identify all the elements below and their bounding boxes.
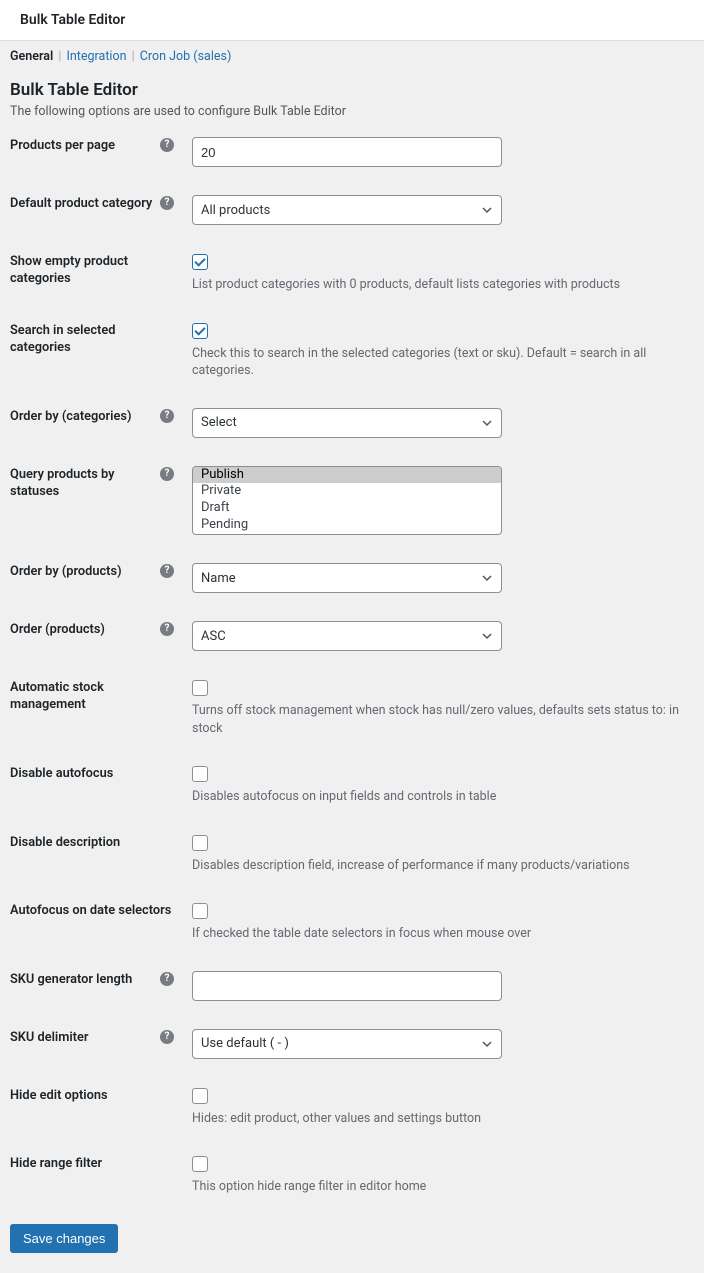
- sku-delimiter-select[interactable]: Use default ( - ): [192, 1029, 502, 1059]
- show-empty-help: List product categories with 0 products,…: [192, 276, 694, 294]
- help-icon[interactable]: ?: [160, 467, 174, 481]
- label-auto-stock: Automatic stock management: [10, 679, 174, 714]
- hide-range-checkbox[interactable]: [192, 1156, 208, 1172]
- row-hide-edit: Hide edit options Hides: edit product, o…: [10, 1087, 694, 1128]
- order-by-categories-select[interactable]: Select: [192, 408, 502, 438]
- status-option-publish[interactable]: Publish: [193, 467, 501, 484]
- auto-stock-checkbox[interactable]: [192, 680, 208, 696]
- row-hide-range: Hide range filter This option hide range…: [10, 1155, 694, 1196]
- query-statuses-multiselect[interactable]: Publish Private Draft Pending: [192, 466, 502, 536]
- row-order-by-products: Order by (products) ? Name: [10, 563, 694, 593]
- row-products-per-page: Products per page ?: [10, 137, 694, 167]
- help-icon[interactable]: ?: [160, 564, 174, 578]
- order-by-products-select[interactable]: Name: [192, 563, 502, 593]
- row-search-selected: Search in selected categories Check this…: [10, 322, 694, 380]
- show-empty-checkbox[interactable]: [192, 254, 208, 270]
- tab-general[interactable]: General: [10, 49, 53, 64]
- row-show-empty-categories: Show empty product categories List produ…: [10, 253, 694, 294]
- disable-description-checkbox[interactable]: [192, 835, 208, 851]
- hide-edit-help: Hides: edit product, other values and se…: [192, 1110, 694, 1128]
- row-disable-description: Disable description Disables description…: [10, 834, 694, 875]
- status-option-private[interactable]: Private: [193, 483, 501, 500]
- order-products-select[interactable]: ASC: [192, 621, 502, 651]
- row-default-category: Default product category ? All products: [10, 195, 694, 225]
- header-title: Bulk Table Editor: [20, 12, 125, 28]
- help-icon[interactable]: ?: [160, 1030, 174, 1044]
- status-option-pending[interactable]: Pending: [193, 517, 501, 534]
- order-by-categories-value: Select: [201, 415, 237, 430]
- section-title: Bulk Table Editor: [10, 80, 694, 100]
- label-query-statuses: Query products by statuses: [10, 466, 154, 501]
- sku-delimiter-value: Use default ( - ): [201, 1036, 289, 1051]
- sku-length-input[interactable]: [192, 971, 502, 1001]
- row-order-products: Order (products) ? ASC: [10, 621, 694, 651]
- help-icon[interactable]: ?: [160, 972, 174, 986]
- help-icon[interactable]: ?: [160, 409, 174, 423]
- label-order-by-categories: Order by (categories): [10, 408, 154, 425]
- row-disable-autofocus: Disable autofocus Disables autofocus on …: [10, 765, 694, 806]
- row-sku-length: SKU generator length ?: [10, 971, 694, 1001]
- products-per-page-input[interactable]: [192, 137, 502, 167]
- help-icon[interactable]: ?: [160, 138, 174, 152]
- label-hide-range: Hide range filter: [10, 1155, 174, 1172]
- save-changes-button[interactable]: Save changes: [10, 1224, 118, 1253]
- search-selected-help: Check this to search in the selected cat…: [192, 345, 694, 380]
- row-order-by-categories: Order by (categories) ? Select: [10, 408, 694, 438]
- autofocus-date-checkbox[interactable]: [192, 903, 208, 919]
- label-sku-delimiter: SKU delimiter: [10, 1029, 154, 1046]
- tab-separator: |: [58, 49, 61, 64]
- label-order-products: Order (products): [10, 621, 154, 638]
- help-icon[interactable]: ?: [160, 196, 174, 210]
- row-autofocus-date: Autofocus on date selectors If checked t…: [10, 902, 694, 943]
- label-sku-length: SKU generator length: [10, 971, 154, 988]
- label-disable-autofocus: Disable autofocus: [10, 765, 174, 782]
- disable-description-help: Disables description field, increase of …: [192, 857, 694, 875]
- help-icon[interactable]: ?: [160, 622, 174, 636]
- label-disable-description: Disable description: [10, 834, 174, 851]
- label-search-selected: Search in selected categories: [10, 322, 174, 357]
- order-by-products-value: Name: [201, 571, 236, 586]
- auto-stock-help: Turns off stock management when stock ha…: [192, 702, 694, 737]
- hide-edit-checkbox[interactable]: [192, 1088, 208, 1104]
- tab-separator: |: [132, 49, 135, 64]
- status-option-draft[interactable]: Draft: [193, 500, 501, 517]
- tab-integration[interactable]: Integration: [66, 49, 126, 64]
- label-default-category: Default product category: [10, 195, 154, 212]
- label-hide-edit: Hide edit options: [10, 1087, 174, 1104]
- tab-cron-job[interactable]: Cron Job (sales): [140, 49, 232, 64]
- search-selected-checkbox[interactable]: [192, 323, 208, 339]
- default-category-value: All products: [201, 203, 270, 218]
- tabs-nav: General | Integration | Cron Job (sales): [10, 41, 694, 70]
- autofocus-date-help: If checked the table date selectors in f…: [192, 925, 694, 943]
- label-products-per-page: Products per page: [10, 137, 154, 154]
- row-sku-delimiter: SKU delimiter ? Use default ( - ): [10, 1029, 694, 1059]
- row-query-statuses: Query products by statuses ? Publish Pri…: [10, 466, 694, 536]
- disable-autofocus-checkbox[interactable]: [192, 766, 208, 782]
- page-header: Bulk Table Editor: [0, 0, 704, 41]
- disable-autofocus-help: Disables autofocus on input fields and c…: [192, 788, 694, 806]
- default-category-select[interactable]: All products: [192, 195, 502, 225]
- row-auto-stock: Automatic stock management Turns off sto…: [10, 679, 694, 737]
- content-wrap: General | Integration | Cron Job (sales)…: [0, 41, 704, 1273]
- order-products-value: ASC: [201, 629, 226, 644]
- section-description: The following options are used to config…: [10, 104, 694, 119]
- label-autofocus-date: Autofocus on date selectors: [10, 902, 174, 919]
- label-show-empty: Show empty product categories: [10, 253, 174, 288]
- label-order-by-products: Order by (products): [10, 563, 154, 580]
